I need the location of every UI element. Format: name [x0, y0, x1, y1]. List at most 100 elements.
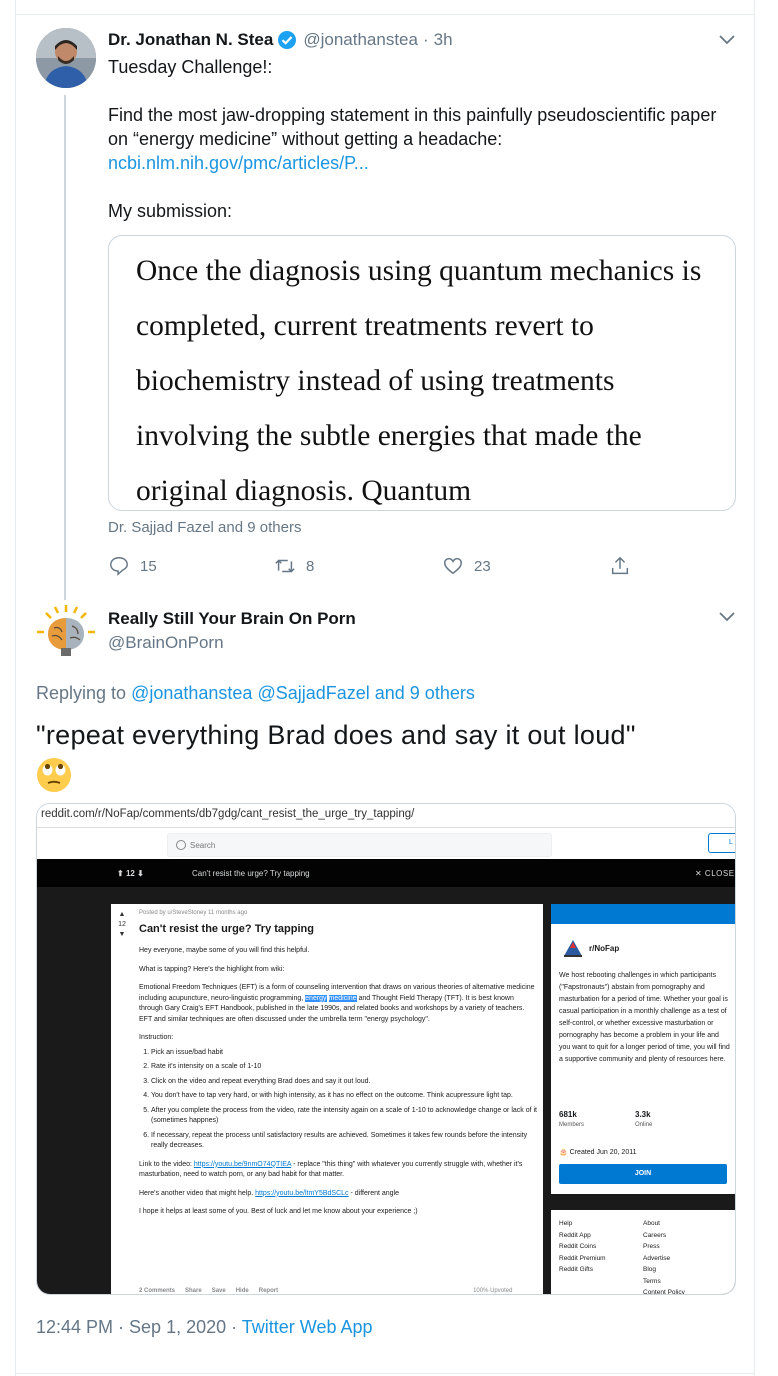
join-button: JOIN	[559, 1164, 727, 1184]
list-item: After you complete the process from the …	[151, 1106, 539, 1127]
tweet-text: "repeat everything Brad does and say it …	[36, 720, 636, 750]
retweet-button[interactable]: 8	[274, 555, 314, 577]
footer-link: Press	[643, 1243, 660, 1250]
tweet-line: Find the most jaw-dropping statement in …	[108, 105, 717, 149]
replying-prefix: Replying to	[36, 683, 127, 703]
avatar[interactable]	[36, 28, 96, 88]
login-button: L	[708, 833, 735, 853]
footer-link: Careers	[643, 1231, 667, 1239]
tweet-line: Tuesday Challenge!:	[108, 57, 273, 77]
share-button[interactable]	[609, 555, 641, 577]
paragraph: I hope it helps at least some of you. Be…	[139, 1208, 418, 1215]
author-name[interactable]: Really Still Your Brain On Porn	[108, 609, 356, 629]
online-count: 3.3k	[635, 1110, 651, 1119]
like-button[interactable]: 23	[442, 555, 491, 577]
search-placeholder: Search	[190, 841, 216, 850]
paragraph: Here's another video that might help. ht…	[139, 1189, 399, 1197]
tweet-time[interactable]: 3h	[434, 30, 453, 50]
tweet-text: Tuesday Challenge!: Find the most jaw-dr…	[108, 55, 718, 223]
avatar[interactable]	[34, 602, 98, 666]
article-link[interactable]: ncbi.nlm.nih.gov/pmc/articles/P...	[108, 153, 369, 173]
tweet-actions: 15 8 23	[0, 555, 778, 579]
footer-link: Reddit Premium	[559, 1254, 606, 1262]
author-handle[interactable]: @jonathanstea	[303, 30, 418, 50]
post-footer: 2 Comments Share Save Hide Report 100% U…	[139, 1288, 512, 1294]
list-item: You don't have to tap very hard, or with…	[151, 1091, 539, 1102]
retweet-icon	[275, 559, 295, 573]
author-name[interactable]: Dr. Jonathan N. Stea	[108, 30, 273, 50]
upvoted-label: 100% Upvoted	[473, 1288, 513, 1294]
vote-column: ▲ 12 ▼	[118, 911, 126, 938]
tagged-users[interactable]: Dr. Sajjad Fazel and 9 others	[108, 519, 301, 536]
footer-link: Terms	[643, 1277, 661, 1285]
reddit-post: ▲ 12 ▼ Posted by u/SteveStoney 11 months a…	[111, 904, 543, 1294]
paragraph: Hey everyone, maybe some of you will fin…	[139, 947, 310, 954]
post-top-bar: ⬆ 12 ⬇ Can't resist the urge? Try tappin…	[37, 859, 735, 887]
subreddit-icon	[564, 940, 582, 957]
members-count: 681k	[559, 1110, 577, 1119]
vote-count: ⬆ 12 ⬇	[117, 869, 144, 878]
attached-screenshot[interactable]: reddit.com/r/NoFap/comments/db7gdg/cant_…	[36, 803, 736, 1295]
subreddit-description: We host rebooting challenges in which pa…	[559, 972, 730, 1063]
reddit-footer-links: Help Reddit App Reddit Coins Reddit Prem…	[551, 1210, 735, 1295]
share-label: Share	[185, 1288, 202, 1294]
reply-button[interactable]: 15	[108, 555, 157, 577]
footer-link: Advertise	[643, 1254, 671, 1262]
list-item: If necessary, repeat the process until s…	[151, 1131, 539, 1152]
divider	[15, 14, 755, 15]
retweet-count: 8	[306, 557, 315, 575]
tweet-line: My submission:	[108, 201, 233, 221]
subreddit-name: r/NoFap	[589, 944, 620, 953]
search-icon	[176, 840, 186, 850]
reply-count: 15	[140, 557, 157, 575]
footer-link: About	[643, 1220, 660, 1227]
subreddit-sidebar: r/NoFap We host rebooting challenges in …	[551, 904, 735, 1194]
footer-link: Reddit App	[559, 1231, 591, 1239]
quoted-excerpt: Once the diagnosis using quantum mechani…	[136, 255, 702, 507]
verified-icon	[277, 30, 297, 50]
chevron-down-icon[interactable]	[719, 35, 735, 45]
replying-to: Replying to @jonathanstea @SajjadFazel a…	[36, 683, 475, 704]
author-handle[interactable]: @BrainOnPorn	[108, 633, 224, 653]
paragraph: Link to the video: https://youtu.be/9nmO…	[139, 1160, 523, 1179]
hide-label: Hide	[235, 1288, 249, 1294]
paragraph: Emotional Freedom Techniques (EFT) is a …	[139, 984, 535, 1023]
chevron-down-icon[interactable]	[719, 612, 735, 622]
tweet-header: Dr. Jonathan N. Stea @jonathanstea · 3h	[108, 30, 453, 50]
post-meta: Posted by u/SteveStoney 11 months ago	[139, 910, 248, 916]
source-link[interactable]: Twitter Web App	[242, 1317, 373, 1337]
face-with-rolling-eyes-icon	[37, 758, 71, 792]
replying-to-links[interactable]: @jonathanstea @SajjadFazel and 9 others	[131, 683, 475, 703]
footer-link: Help	[559, 1220, 573, 1227]
footer-link: Content Policy	[643, 1289, 685, 1295]
paragraph: What is tapping? Here's the highlight fr…	[139, 965, 285, 973]
search-input: Search	[167, 833, 552, 857]
reddit-header: Search L	[37, 829, 735, 859]
close-label: ✕ CLOSE	[695, 869, 735, 878]
thread-connector	[64, 95, 66, 600]
share-icon	[611, 556, 629, 575]
timestamp-text[interactable]: 12:44 PM · Sep 1, 2020 ·	[36, 1317, 242, 1337]
bar-title: Can't resist the urge? Try tapping	[192, 869, 310, 878]
comments-label: 2 Comments	[139, 1288, 176, 1294]
url-bar: reddit.com/r/NoFap/comments/db7gdg/cant_…	[37, 804, 735, 828]
like-count: 23	[474, 557, 491, 575]
created-date: 🎂 Created Jun 20, 2011	[559, 1149, 637, 1156]
list-item: Pick an issue/bad habit	[151, 1048, 539, 1059]
paragraph: Instruction:	[139, 1034, 174, 1041]
heart-icon	[444, 557, 462, 575]
online-label: Online	[635, 1122, 653, 1128]
footer-link: Blog	[643, 1266, 657, 1273]
post-body: Hey everyone, maybe some of you will fin…	[139, 946, 539, 1226]
footer-link: Reddit Gifts	[559, 1266, 593, 1273]
list-item: Click on the video and repeat everything…	[151, 1077, 539, 1088]
separator-dot: ·	[422, 30, 429, 49]
steps-list: Pick an issue/bad habit Rate it's intens…	[151, 1048, 539, 1152]
members-label: Members	[559, 1122, 585, 1128]
tweet-timestamp: 12:44 PM · Sep 1, 2020 · Twitter Web App	[36, 1317, 373, 1338]
reply-icon	[110, 557, 128, 576]
media-card[interactable]: Once the diagnosis using quantum mechani…	[108, 235, 736, 511]
post-title: Can't resist the urge? Try tapping	[139, 923, 314, 935]
list-item: Rate it's intensity on a scale of 1-10	[151, 1062, 539, 1073]
report-label: Report	[258, 1288, 279, 1294]
